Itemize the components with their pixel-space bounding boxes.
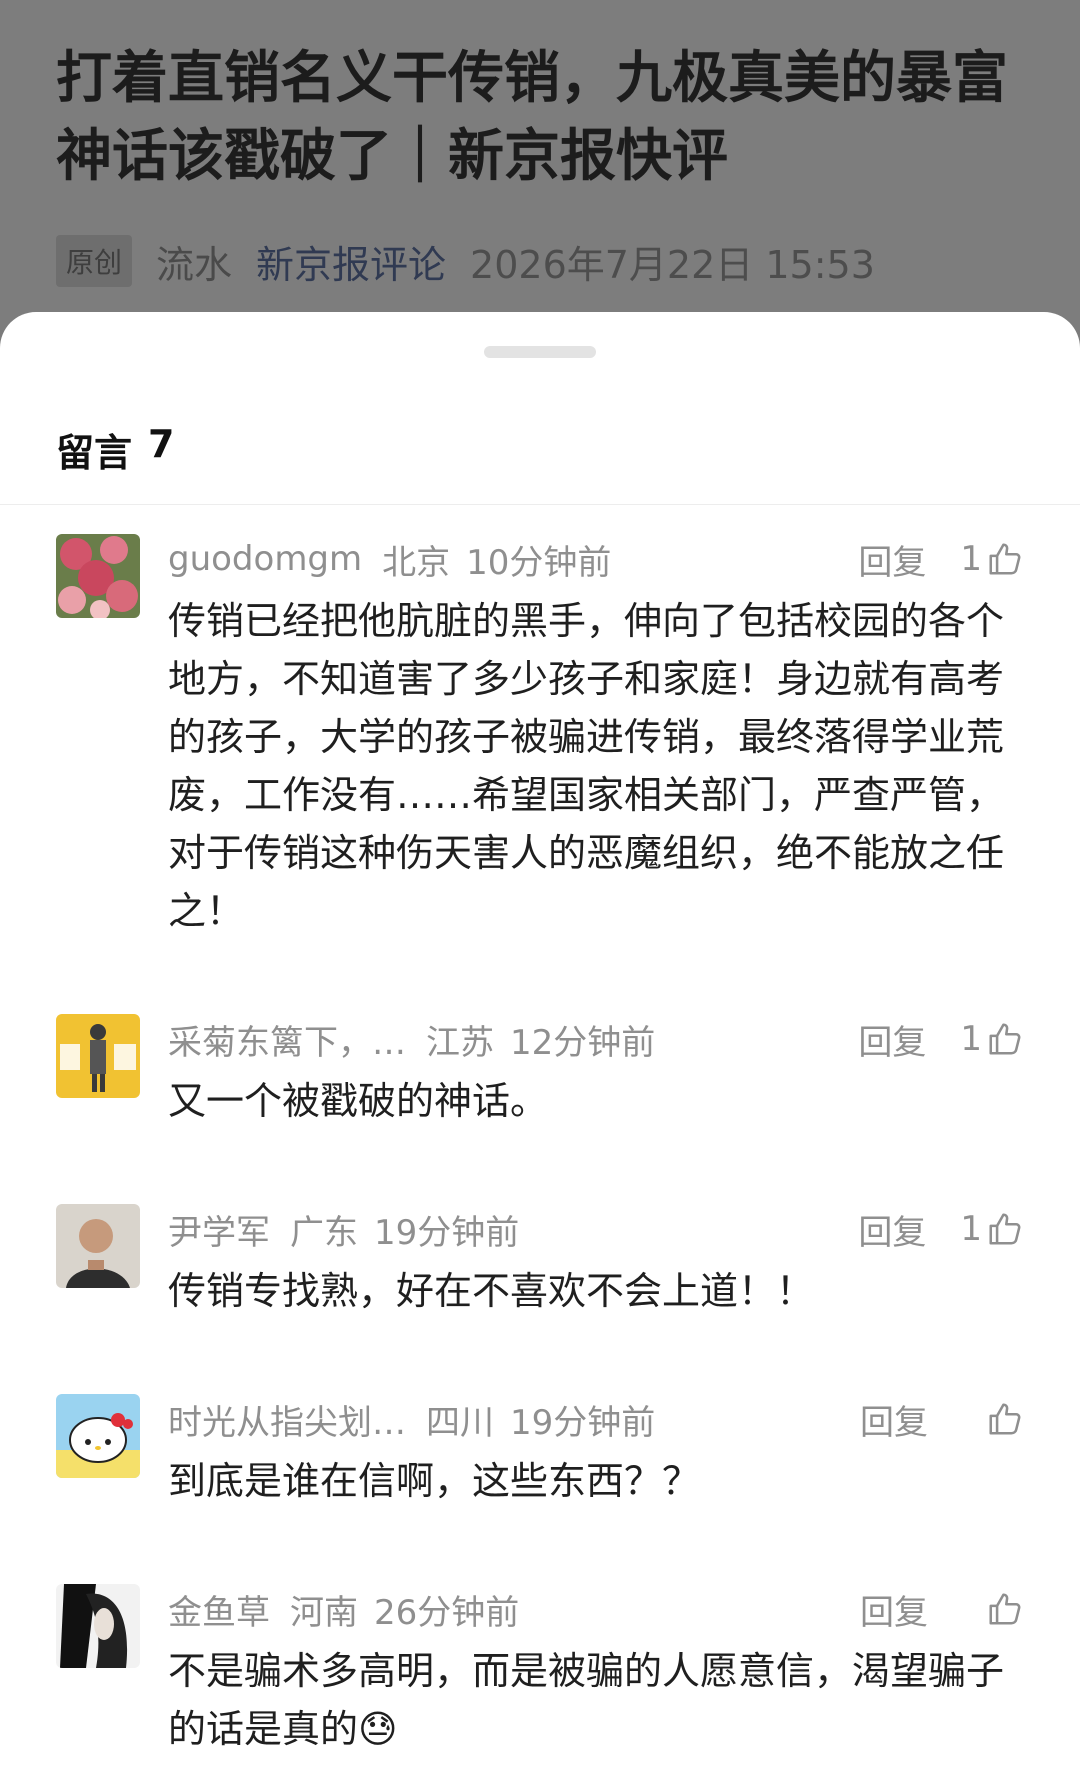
comments-count: 7 <box>148 422 175 466</box>
thumbs-up-icon <box>989 543 1021 575</box>
commenter-location: 广东 <box>290 1212 358 1253</box>
commenter-location: 河南 <box>290 1592 358 1633</box>
like-count: 1 <box>960 1019 982 1059</box>
comment-header: guodomgm 北京 10分钟前 回复 1 <box>168 534 1024 584</box>
thumbs-up-icon <box>989 1023 1021 1055</box>
comment-text: 不是骗术多高明，而是被骗的人愿意信，渴望骗子的话是真的😓 <box>168 1649 1005 1751</box>
reply-button[interactable]: 回复 <box>860 1395 928 1444</box>
reply-button[interactable]: 回复 <box>858 535 926 584</box>
article-datetime: 2026年7月22日 15:53 <box>470 242 875 287</box>
comment-actions: 回复 1 <box>858 535 1024 584</box>
commenter-name[interactable]: 金鱼草 <box>168 1585 270 1634</box>
original-badge: 原创 <box>56 235 133 287</box>
thumbs-up-icon <box>989 1593 1021 1625</box>
comment-text: 到底是谁在信啊，这些东西？？ <box>168 1459 701 1503</box>
commenter-location: 江苏 <box>426 1022 494 1063</box>
comment-text: 又一个被戳破的神话。 <box>168 1079 549 1123</box>
commenter-name[interactable]: 尹学军 <box>168 1205 270 1254</box>
article-title: 打着直销名义干传销，九极真美的暴富神话该戳破了｜新京报快评 <box>56 46 1008 189</box>
comments-sheet: 留言 7 guodomgm 北京 10分钟前 回复 1 传销已经把他肮脏的黑手，… <box>0 312 1080 1784</box>
commenter-location: 四川 <box>426 1402 494 1443</box>
commenter-name[interactable]: guodomgm <box>168 539 362 579</box>
comments-title-label: 留言 <box>56 431 133 475</box>
commenter-name[interactable]: 时光从指尖划… <box>168 1395 406 1444</box>
commenter-location: 北京 <box>382 542 451 583</box>
comment-actions: 回复 <box>860 1585 1024 1634</box>
like-button[interactable]: 1 <box>960 1019 1024 1059</box>
article-author: 流水 <box>156 242 233 287</box>
account-name-link[interactable]: 新京报评论 <box>256 234 446 289</box>
article-header-dimmed: 打着直销名义干传销，九极真美的暴富神话该戳破了｜新京报快评 原创 流水 新京报评… <box>0 0 1080 330</box>
reply-button[interactable]: 回复 <box>860 1585 928 1634</box>
divider <box>0 504 1080 505</box>
like-count: 1 <box>960 1209 982 1249</box>
avatar[interactable] <box>56 1204 140 1288</box>
comments-title: 留言 7 <box>56 422 174 477</box>
comment-header: 采菊东篱下，… 江苏 12分钟前 回复 1 <box>168 1014 1024 1064</box>
article-meta: 原创 流水 新京报评论 2026年7月22日 15:53 <box>56 234 875 289</box>
comment-header: 金鱼草 河南 26分钟前 回复 <box>168 1584 1024 1634</box>
comment-actions: 回复 1 <box>858 1205 1024 1254</box>
avatar[interactable] <box>56 1394 140 1478</box>
avatar[interactable] <box>56 534 140 618</box>
like-button[interactable]: 1 <box>960 539 1024 579</box>
comment-header: 尹学军 广东 19分钟前 回复 1 <box>168 1204 1024 1254</box>
like-button[interactable] <box>962 1590 1024 1628</box>
comment-time: 12分钟前 <box>510 1022 656 1063</box>
commenter-name[interactable]: 采菊东篱下，… <box>168 1015 406 1064</box>
like-button[interactable] <box>962 1400 1024 1438</box>
reply-button[interactable]: 回复 <box>858 1205 926 1254</box>
comment-time: 19分钟前 <box>374 1212 520 1253</box>
thumbs-up-icon <box>989 1403 1021 1435</box>
comment-text: 传销专找熟，好在不喜欢不会上道！！ <box>168 1269 815 1313</box>
comment-time: 26分钟前 <box>374 1592 520 1633</box>
comment-header: 时光从指尖划… 四川 19分钟前 回复 <box>168 1394 1024 1444</box>
comment-time: 19分钟前 <box>510 1402 656 1443</box>
avatar[interactable] <box>56 1014 140 1098</box>
like-count: 1 <box>960 539 982 579</box>
comment-actions: 回复 1 <box>858 1015 1024 1064</box>
like-button[interactable]: 1 <box>960 1209 1024 1249</box>
comment-actions: 回复 <box>860 1395 1024 1444</box>
reply-button[interactable]: 回复 <box>858 1015 926 1064</box>
sheet-drag-handle[interactable] <box>484 346 596 358</box>
comment-time: 10分钟前 <box>466 542 612 583</box>
comment-text: 传销已经把他肮脏的黑手，伸向了包括校园的各个地方，不知道害了多少孩子和家庭！身边… <box>168 599 1005 933</box>
avatar[interactable] <box>56 1584 140 1668</box>
thumbs-up-icon <box>989 1213 1021 1245</box>
